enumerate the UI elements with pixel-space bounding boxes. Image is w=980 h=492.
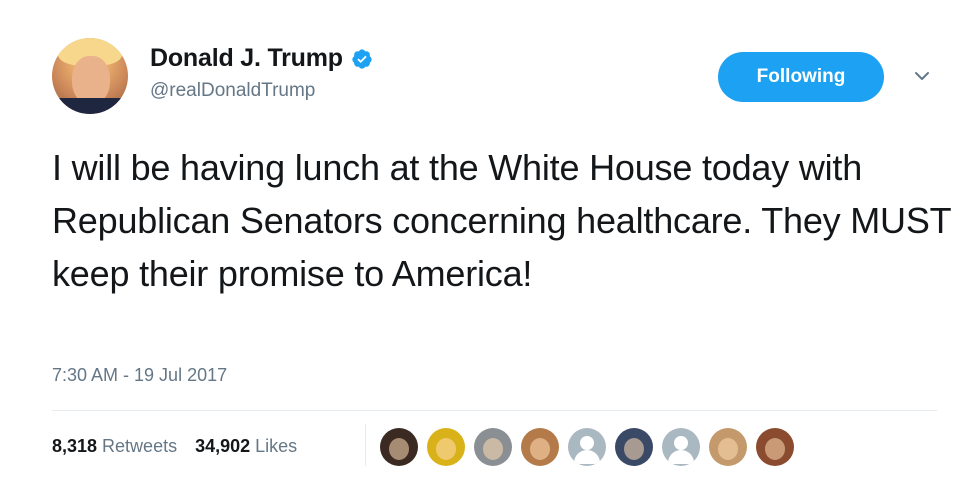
divider bbox=[52, 410, 937, 411]
profile-photo-icon bbox=[765, 438, 785, 460]
liker-avatar-3[interactable] bbox=[474, 428, 512, 466]
default-user-icon bbox=[674, 436, 688, 450]
stats-separator bbox=[365, 424, 366, 466]
tweet-timestamp[interactable]: 7:30 AM - 19 Jul 2017 bbox=[52, 365, 227, 386]
liker-avatar-6[interactable] bbox=[615, 428, 653, 466]
likes-label[interactable]: Likes bbox=[255, 436, 297, 457]
liker-avatar-8[interactable] bbox=[709, 428, 747, 466]
profile-photo-icon bbox=[624, 438, 644, 460]
profile-photo-icon bbox=[436, 438, 456, 460]
liker-avatar-7[interactable] bbox=[662, 428, 700, 466]
liker-avatars bbox=[380, 428, 803, 466]
display-name[interactable]: Donald J. Trump bbox=[150, 44, 343, 73]
liker-avatar-1[interactable] bbox=[380, 428, 418, 466]
retweets-count[interactable]: 8,318 bbox=[52, 436, 97, 457]
profile-photo-icon bbox=[718, 438, 738, 460]
avatar[interactable] bbox=[52, 38, 128, 114]
following-button[interactable]: Following bbox=[718, 52, 884, 102]
liker-avatar-4[interactable] bbox=[521, 428, 559, 466]
tweet-text: I will be having lunch at the White Hous… bbox=[52, 147, 951, 294]
chevron-down-icon[interactable] bbox=[912, 66, 932, 86]
retweets-label[interactable]: Retweets bbox=[102, 436, 177, 457]
user-handle[interactable]: @realDonaldTrump bbox=[150, 80, 315, 102]
default-user-icon bbox=[580, 436, 594, 450]
verified-badge-icon bbox=[352, 48, 372, 69]
liker-avatar-5[interactable] bbox=[568, 428, 606, 466]
profile-photo-icon bbox=[389, 438, 409, 460]
profile-photo-icon bbox=[483, 438, 503, 460]
tweet-stats: 8,318 Retweets 34,902 Likes bbox=[52, 436, 315, 457]
name-row: Donald J. Trump bbox=[150, 44, 373, 73]
profile-photo-icon bbox=[530, 438, 550, 460]
likes-count[interactable]: 34,902 bbox=[195, 436, 250, 457]
tweet-card: Donald J. Trump @realDonaldTrump Followi… bbox=[0, 0, 980, 492]
liker-avatar-9[interactable] bbox=[756, 428, 794, 466]
liker-avatar-2[interactable] bbox=[427, 428, 465, 466]
